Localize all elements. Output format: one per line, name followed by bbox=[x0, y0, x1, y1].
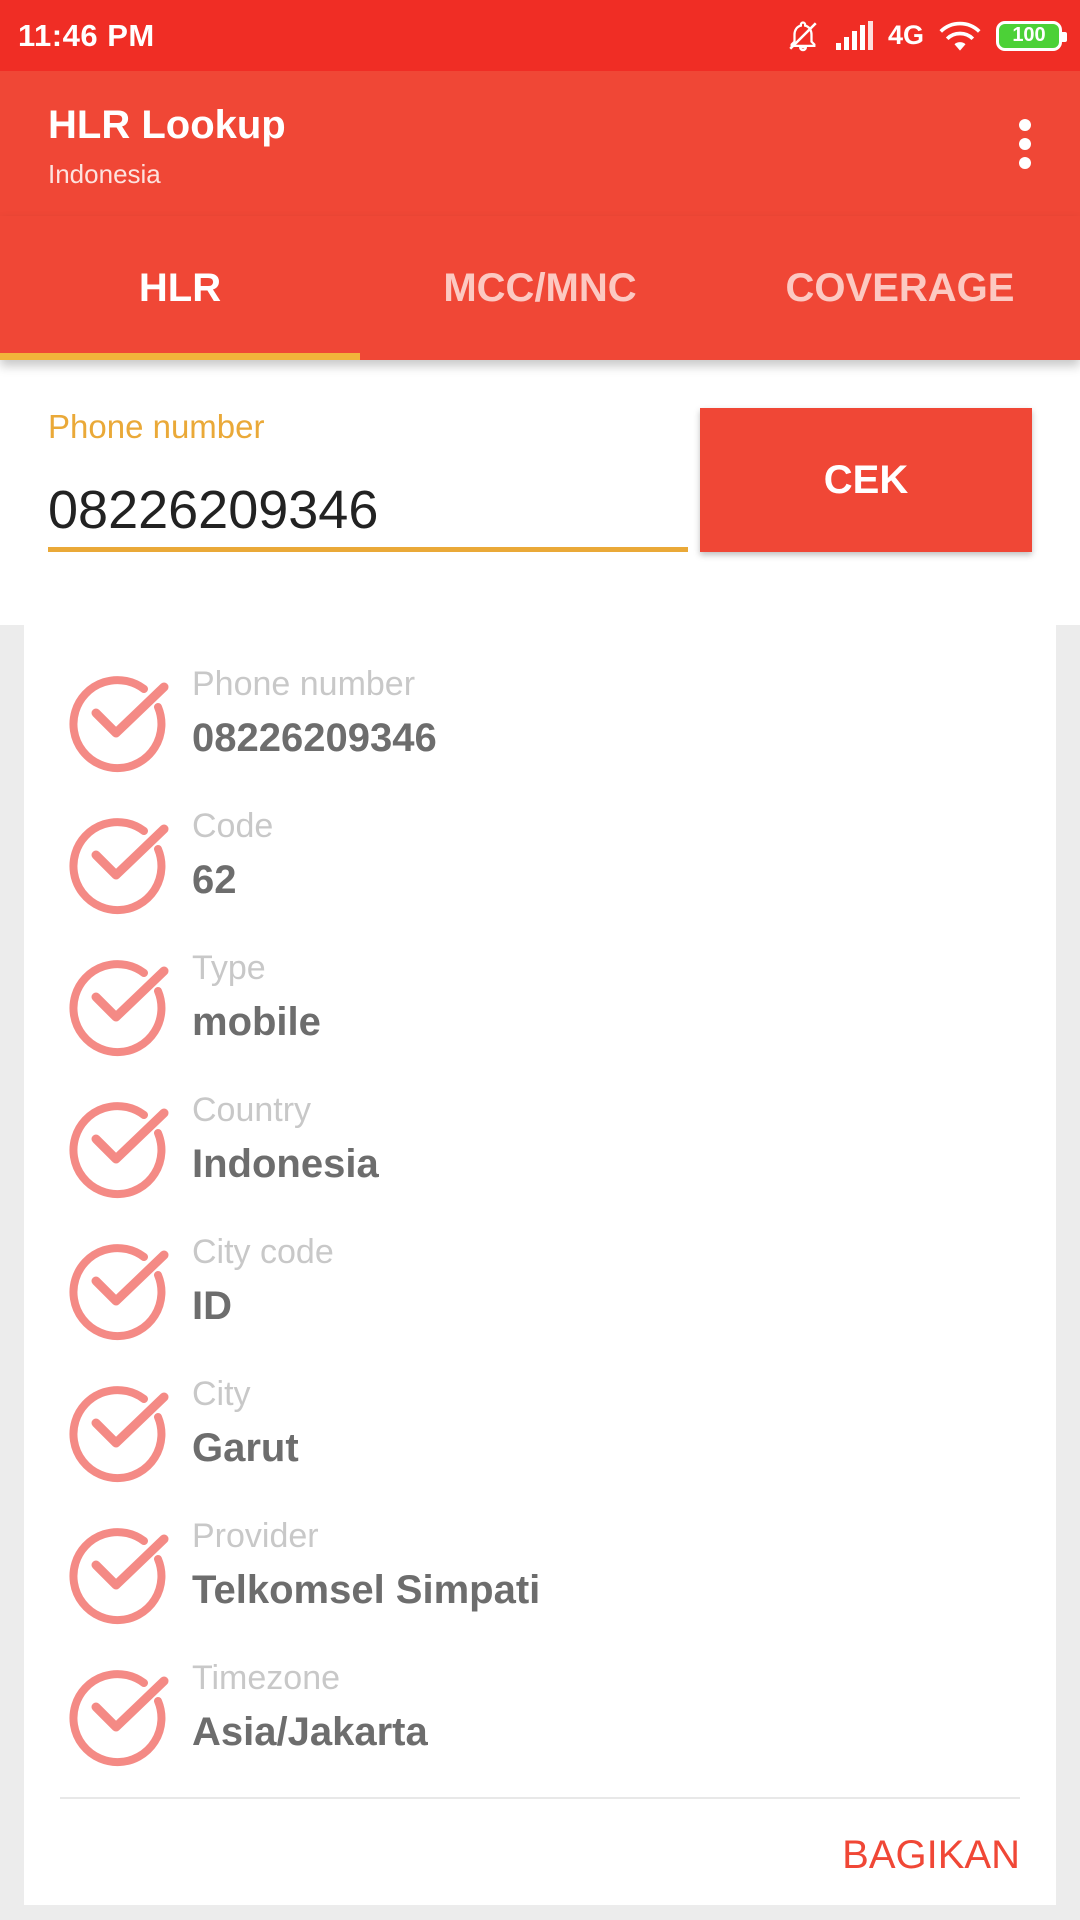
result-value: Garut bbox=[192, 1426, 299, 1470]
result-row-type: Type mobile bbox=[24, 909, 1056, 1057]
result-row-provider: Provider Telkomsel Simpati bbox=[24, 1477, 1056, 1625]
app-subtitle: Indonesia bbox=[48, 159, 161, 189]
result-value: 08226209346 bbox=[192, 716, 437, 760]
result-value: Indonesia bbox=[192, 1142, 379, 1186]
tab-mcc-mnc[interactable]: MCC/MNC bbox=[360, 216, 720, 360]
result-label: Code bbox=[192, 807, 274, 845]
result-label: Type bbox=[192, 949, 266, 987]
menu-dot bbox=[1019, 138, 1031, 150]
lookup-form: Phone number CEK bbox=[0, 360, 1080, 625]
result-row-code: Code 62 bbox=[24, 767, 1056, 915]
more-vert-icon[interactable] bbox=[1000, 111, 1050, 177]
result-label: City bbox=[192, 1375, 251, 1413]
tab-bar: HLR MCC/MNC COVERAGE bbox=[0, 216, 1080, 360]
share-button[interactable]: BAGIKAN bbox=[842, 1833, 1020, 1878]
result-row-phone-number: Phone number 08226209346 bbox=[24, 625, 1056, 773]
result-label: Provider bbox=[192, 1517, 319, 1555]
check-circle-icon bbox=[69, 1244, 169, 1341]
check-circle-icon bbox=[69, 1528, 169, 1625]
result-row-city: City Garut bbox=[24, 1335, 1056, 1483]
check-circle-icon bbox=[69, 676, 169, 773]
menu-dot bbox=[1019, 119, 1031, 131]
cek-button[interactable]: CEK bbox=[700, 408, 1032, 552]
status-bar: 11:46 PM 4G 100 bbox=[0, 0, 1080, 71]
result-row-country: Country Indonesia bbox=[24, 1051, 1056, 1199]
phone-number-input[interactable] bbox=[48, 472, 688, 552]
app-title: HLR Lookup bbox=[48, 103, 286, 147]
card-divider bbox=[60, 1797, 1020, 1799]
check-circle-icon bbox=[69, 818, 169, 915]
wifi-icon bbox=[939, 21, 981, 51]
battery-icon: 100 bbox=[996, 20, 1067, 51]
bell-off-icon bbox=[789, 20, 817, 51]
result-card: Phone number 08226209346 Code 62 Type mo… bbox=[24, 625, 1056, 1905]
menu-dot bbox=[1019, 157, 1031, 169]
result-row-timezone: Timezone Asia/Jakarta bbox=[24, 1619, 1056, 1767]
check-circle-icon bbox=[69, 1386, 169, 1483]
result-label: Timezone bbox=[192, 1659, 341, 1697]
result-label: Phone number bbox=[192, 665, 416, 703]
check-circle-icon bbox=[69, 960, 169, 1057]
check-circle-icon bbox=[69, 1670, 169, 1767]
status-icons: 4G 100 bbox=[786, 19, 1067, 53]
result-value: 62 bbox=[192, 858, 237, 902]
status-time: 11:46 PM bbox=[18, 17, 155, 53]
result-label: Country bbox=[192, 1091, 312, 1129]
tab-hlr[interactable]: HLR bbox=[0, 216, 360, 360]
result-value: mobile bbox=[192, 1000, 321, 1044]
result-label: City code bbox=[192, 1233, 334, 1271]
app-bar: HLR Lookup Indonesia bbox=[0, 71, 1080, 216]
tab-coverage[interactable]: COVERAGE bbox=[720, 216, 1080, 360]
check-circle-icon bbox=[69, 1102, 169, 1199]
phone-number-label: Phone number bbox=[48, 408, 265, 445]
result-value: Telkomsel Simpati bbox=[192, 1568, 541, 1612]
battery-level: 100 bbox=[1012, 24, 1046, 46]
signal-icon bbox=[835, 20, 873, 50]
network-type: 4G bbox=[887, 20, 924, 50]
result-value: Asia/Jakarta bbox=[192, 1710, 428, 1754]
result-value: ID bbox=[192, 1284, 232, 1328]
result-row-city-code: City code ID bbox=[24, 1193, 1056, 1341]
